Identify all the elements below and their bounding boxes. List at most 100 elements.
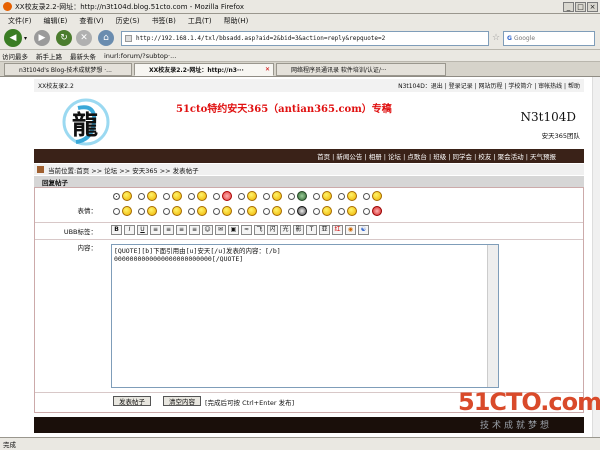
emotion-label: 表情：: [77, 207, 98, 215]
textarea-scrollbar[interactable]: [487, 245, 498, 387]
menu-view[interactable]: 查看(V): [73, 16, 109, 26]
emotion-radio-5[interactable]: [213, 193, 220, 200]
submit-post-button[interactable]: 发表帖子: [113, 396, 151, 406]
ubb-media-button[interactable]: ◉: [345, 225, 356, 235]
window-title: XX校友录2.2-网址：http://n3t104d.blog.51cto.co…: [15, 2, 245, 11]
tab-alumni-active[interactable]: XX校友录2.2-网址：http://n3··· ✕: [134, 63, 274, 76]
watermark-slogan: 技术成就梦想: [480, 421, 553, 431]
tab-bar: n3t104d's Blog-技术成就梦想 ·... XX校友录2.2-网址：h…: [0, 62, 600, 77]
menu-tools[interactable]: 工具(T): [182, 16, 218, 26]
smiley-2-icon: [147, 191, 157, 201]
emotion-radio-21[interactable]: [338, 208, 345, 215]
smiley-19-icon: [297, 206, 307, 216]
emotion-radio-6[interactable]: [238, 193, 245, 200]
address-bar[interactable]: http://192.168.1.4/txl/bbsadd.asp?aid=2&…: [121, 31, 489, 46]
site-main-menu[interactable]: 首页 | 新闻公告 | 相册 | 论坛 | 点歌台 | 班级 | 同学会 | 校…: [34, 149, 584, 163]
site-name: XX校友录2.2: [38, 83, 74, 90]
forward-button[interactable]: ▶: [34, 30, 50, 46]
user-links[interactable]: N3t104D：退出 | 登录记录 | 网站历程 | 学校简介 | 审帐热线 |…: [398, 81, 584, 90]
reload-button[interactable]: ↻: [56, 30, 72, 46]
ubb-align-right-button[interactable]: ≡: [176, 225, 187, 235]
ubb-glow-button[interactable]: 光: [280, 225, 291, 235]
page-scrollbar[interactable]: [592, 77, 600, 437]
ubb-flash-button[interactable]: 闪: [267, 225, 278, 235]
ubb-align-center-button[interactable]: ≡: [163, 225, 174, 235]
emotion-radio-16[interactable]: [213, 208, 220, 215]
ubb-help-button[interactable]: ☯: [358, 225, 369, 235]
search-box[interactable]: G Google: [503, 31, 595, 46]
ubb-email-button[interactable]: ✉: [215, 225, 226, 235]
reply-content-textarea[interactable]: [QUOTE][b]下面引用由[u]安天[/u]发表的内容：[/b] 00000…: [111, 244, 499, 388]
main-menu-links[interactable]: 首页 | 新闻公告 | 相册 | 论坛 | 点歌台 | 班级 | 同学会 | 校…: [317, 151, 556, 161]
emotion-radio-8[interactable]: [288, 193, 295, 200]
emotion-radio-19[interactable]: [288, 208, 295, 215]
tab-blog[interactable]: n3t104d's Blog-技术成就梦想 ·...: [4, 63, 132, 76]
bookmark-getting-started[interactable]: 新手上路: [36, 51, 62, 61]
emotion-radio-4[interactable]: [188, 193, 195, 200]
bookmark-latest-headlines[interactable]: 最新头条: [70, 51, 96, 61]
bookmark-most-visited[interactable]: 访问最多: [2, 51, 28, 61]
emotion-radio-3[interactable]: [163, 193, 170, 200]
ubb-font-button[interactable]: T: [306, 225, 317, 235]
ubb-list-button[interactable]: ≡: [189, 225, 200, 235]
emotion-radio-18[interactable]: [263, 208, 270, 215]
emotion-radio-13[interactable]: [138, 208, 145, 215]
breadcrumb-text[interactable]: 当前位置:首页 >> 论坛 >> 安天365 >> 发表帖子: [48, 165, 199, 175]
stop-button[interactable]: ✕: [76, 30, 92, 46]
menu-bookmarks[interactable]: 书签(B): [146, 16, 182, 26]
ubb-wave-button[interactable]: ≈: [241, 225, 252, 235]
ubb-fly-button[interactable]: 飞: [254, 225, 265, 235]
emotion-radio-14[interactable]: [163, 208, 170, 215]
smiley-1-icon: [122, 191, 132, 201]
emotion-radio-12[interactable]: [113, 208, 120, 215]
minimize-button[interactable]: _: [563, 1, 574, 12]
smiley-22-icon: [372, 206, 382, 216]
emotion-radio-10[interactable]: [338, 193, 345, 200]
emotion-radio-17[interactable]: [238, 208, 245, 215]
emotion-picker: [111, 190, 471, 220]
ubb-align-left-button[interactable]: ≡: [150, 225, 161, 235]
status-bar: 完成: [0, 437, 600, 450]
emotion-radio-7[interactable]: [263, 193, 270, 200]
menu-file[interactable]: 文件(F): [2, 16, 38, 26]
emotion-radio-22[interactable]: [363, 208, 370, 215]
ubb-toolbar: B I U ≡ ≡ ≡ ≡ ☺ ✉ ▣ ≈ 飞 闪 光 影 T 亚 红 ◉ ☯: [111, 225, 411, 237]
ubb-shadow-button[interactable]: 影: [293, 225, 304, 235]
menu-edit[interactable]: 编辑(E): [38, 16, 74, 26]
tab-directory[interactable]: 网络程序员通讯录 软件培训/认证/···: [276, 63, 446, 76]
page-content: XX校友录2.2 N3t104D：退出 | 登录记录 | 网站历程 | 学校简介…: [0, 77, 600, 437]
smiley-13-icon: [147, 206, 157, 216]
ubb-color-button[interactable]: 红: [332, 225, 343, 235]
home-button[interactable]: ⌂: [98, 30, 114, 46]
smiley-3-icon: [172, 191, 182, 201]
smiley-16-icon: [222, 206, 232, 216]
emotion-radio-1[interactable]: [113, 193, 120, 200]
bookmark-inurl[interactable]: inurl:forum/?subtop·...: [104, 52, 176, 60]
menu-history[interactable]: 历史(S): [110, 16, 146, 26]
banner-headline: 51cto特约安天365（antian365.com）专稿: [176, 104, 392, 115]
menu-help[interactable]: 帮助(H): [218, 16, 255, 26]
row-divider: [35, 239, 583, 240]
ubb-emoticon-button[interactable]: ☺: [202, 225, 213, 235]
smiley-7-icon: [272, 191, 282, 201]
maximize-button[interactable]: □: [575, 1, 586, 12]
smiley-9-icon: [322, 191, 332, 201]
emotion-radio-2[interactable]: [138, 193, 145, 200]
ubb-image-button[interactable]: ▣: [228, 225, 239, 235]
emotion-radio-15[interactable]: [188, 208, 195, 215]
tab-close-icon[interactable]: ✕: [262, 66, 273, 73]
close-button[interactable]: ×: [587, 1, 598, 12]
ubb-underline-button[interactable]: U: [137, 225, 148, 235]
emotion-radio-9[interactable]: [313, 193, 320, 200]
back-button[interactable]: ◀: [4, 29, 22, 47]
clear-content-button[interactable]: 清空内容: [163, 396, 201, 406]
tab-label: XX校友录2.2-网址：http://n3···: [149, 67, 244, 74]
site-top-row: XX校友录2.2 N3t104D：退出 | 登录记录 | 网站历程 | 学校简介…: [34, 79, 584, 92]
ubb-bold-button[interactable]: B: [111, 225, 122, 235]
emotion-radio-11[interactable]: [363, 193, 370, 200]
emotion-radio-20[interactable]: [313, 208, 320, 215]
ubb-size-button[interactable]: 亚: [319, 225, 330, 235]
ubb-italic-button[interactable]: I: [124, 225, 135, 235]
star-icon[interactable]: ☆: [492, 33, 500, 43]
back-dropdown-icon[interactable]: ▾: [24, 35, 27, 42]
